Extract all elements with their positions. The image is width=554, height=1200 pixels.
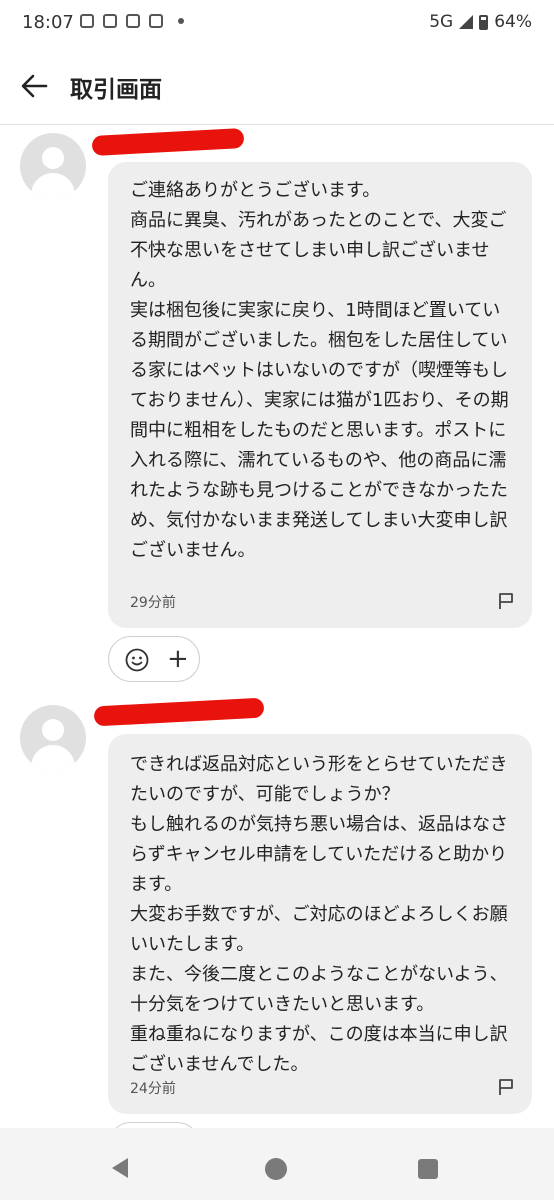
nav-recents-icon[interactable] (418, 1159, 438, 1179)
message-text: できれば返品対応という形をとらせていただきたいのですが、可能でしょうか？ もし触… (130, 754, 508, 1075)
flag-icon[interactable] (498, 592, 514, 610)
message-timestamp: 24分前 (130, 1081, 176, 1097)
notification-icon (126, 14, 140, 28)
system-nav-bar (0, 1128, 554, 1200)
back-arrow-icon[interactable] (20, 72, 48, 100)
message-bubble: ご連絡ありがとうございます。 商品に異臭、汚れがあったとのことで、大変ご不快な思… (108, 162, 532, 628)
notification-icons (80, 14, 184, 28)
page-title: 取引画面 (70, 77, 162, 103)
plus-icon[interactable]: + (167, 644, 189, 674)
battery-percent: 64% (494, 12, 532, 32)
flag-icon[interactable] (498, 1078, 514, 1096)
status-right: 5G 64% (429, 12, 532, 32)
reaction-button[interactable]: + (108, 636, 200, 682)
message-timestamp: 29分前 (130, 595, 176, 611)
avatar-body (31, 173, 75, 199)
avatar-body (31, 745, 75, 771)
avatar-head (42, 147, 64, 169)
battery-icon (479, 14, 489, 30)
status-time: 18:07 (22, 12, 74, 33)
notification-icon (103, 14, 117, 28)
network-type: 5G (429, 12, 454, 32)
redacted-username (93, 697, 265, 727)
avatar-head (42, 719, 64, 741)
smiley-icon[interactable] (125, 648, 149, 672)
notification-icon (149, 14, 163, 28)
avatar[interactable] (20, 705, 86, 771)
more-notifications-icon (178, 18, 184, 24)
signal-icon (459, 15, 474, 29)
redacted-username (91, 128, 245, 156)
notification-icon (80, 14, 94, 28)
app-bar: 取引画面 (0, 48, 554, 125)
message-text: ご連絡ありがとうございます。 商品に異臭、汚れがあったとのことで、大変ご不快な思… (130, 180, 509, 561)
nav-home-icon[interactable] (265, 1158, 287, 1180)
message-bubble: できれば返品対応という形をとらせていただきたいのですが、可能でしょうか？ もし触… (108, 734, 532, 1114)
avatar[interactable] (20, 133, 86, 199)
nav-back-icon[interactable] (112, 1158, 128, 1178)
status-bar: 18:07 5G 64% (0, 0, 554, 48)
